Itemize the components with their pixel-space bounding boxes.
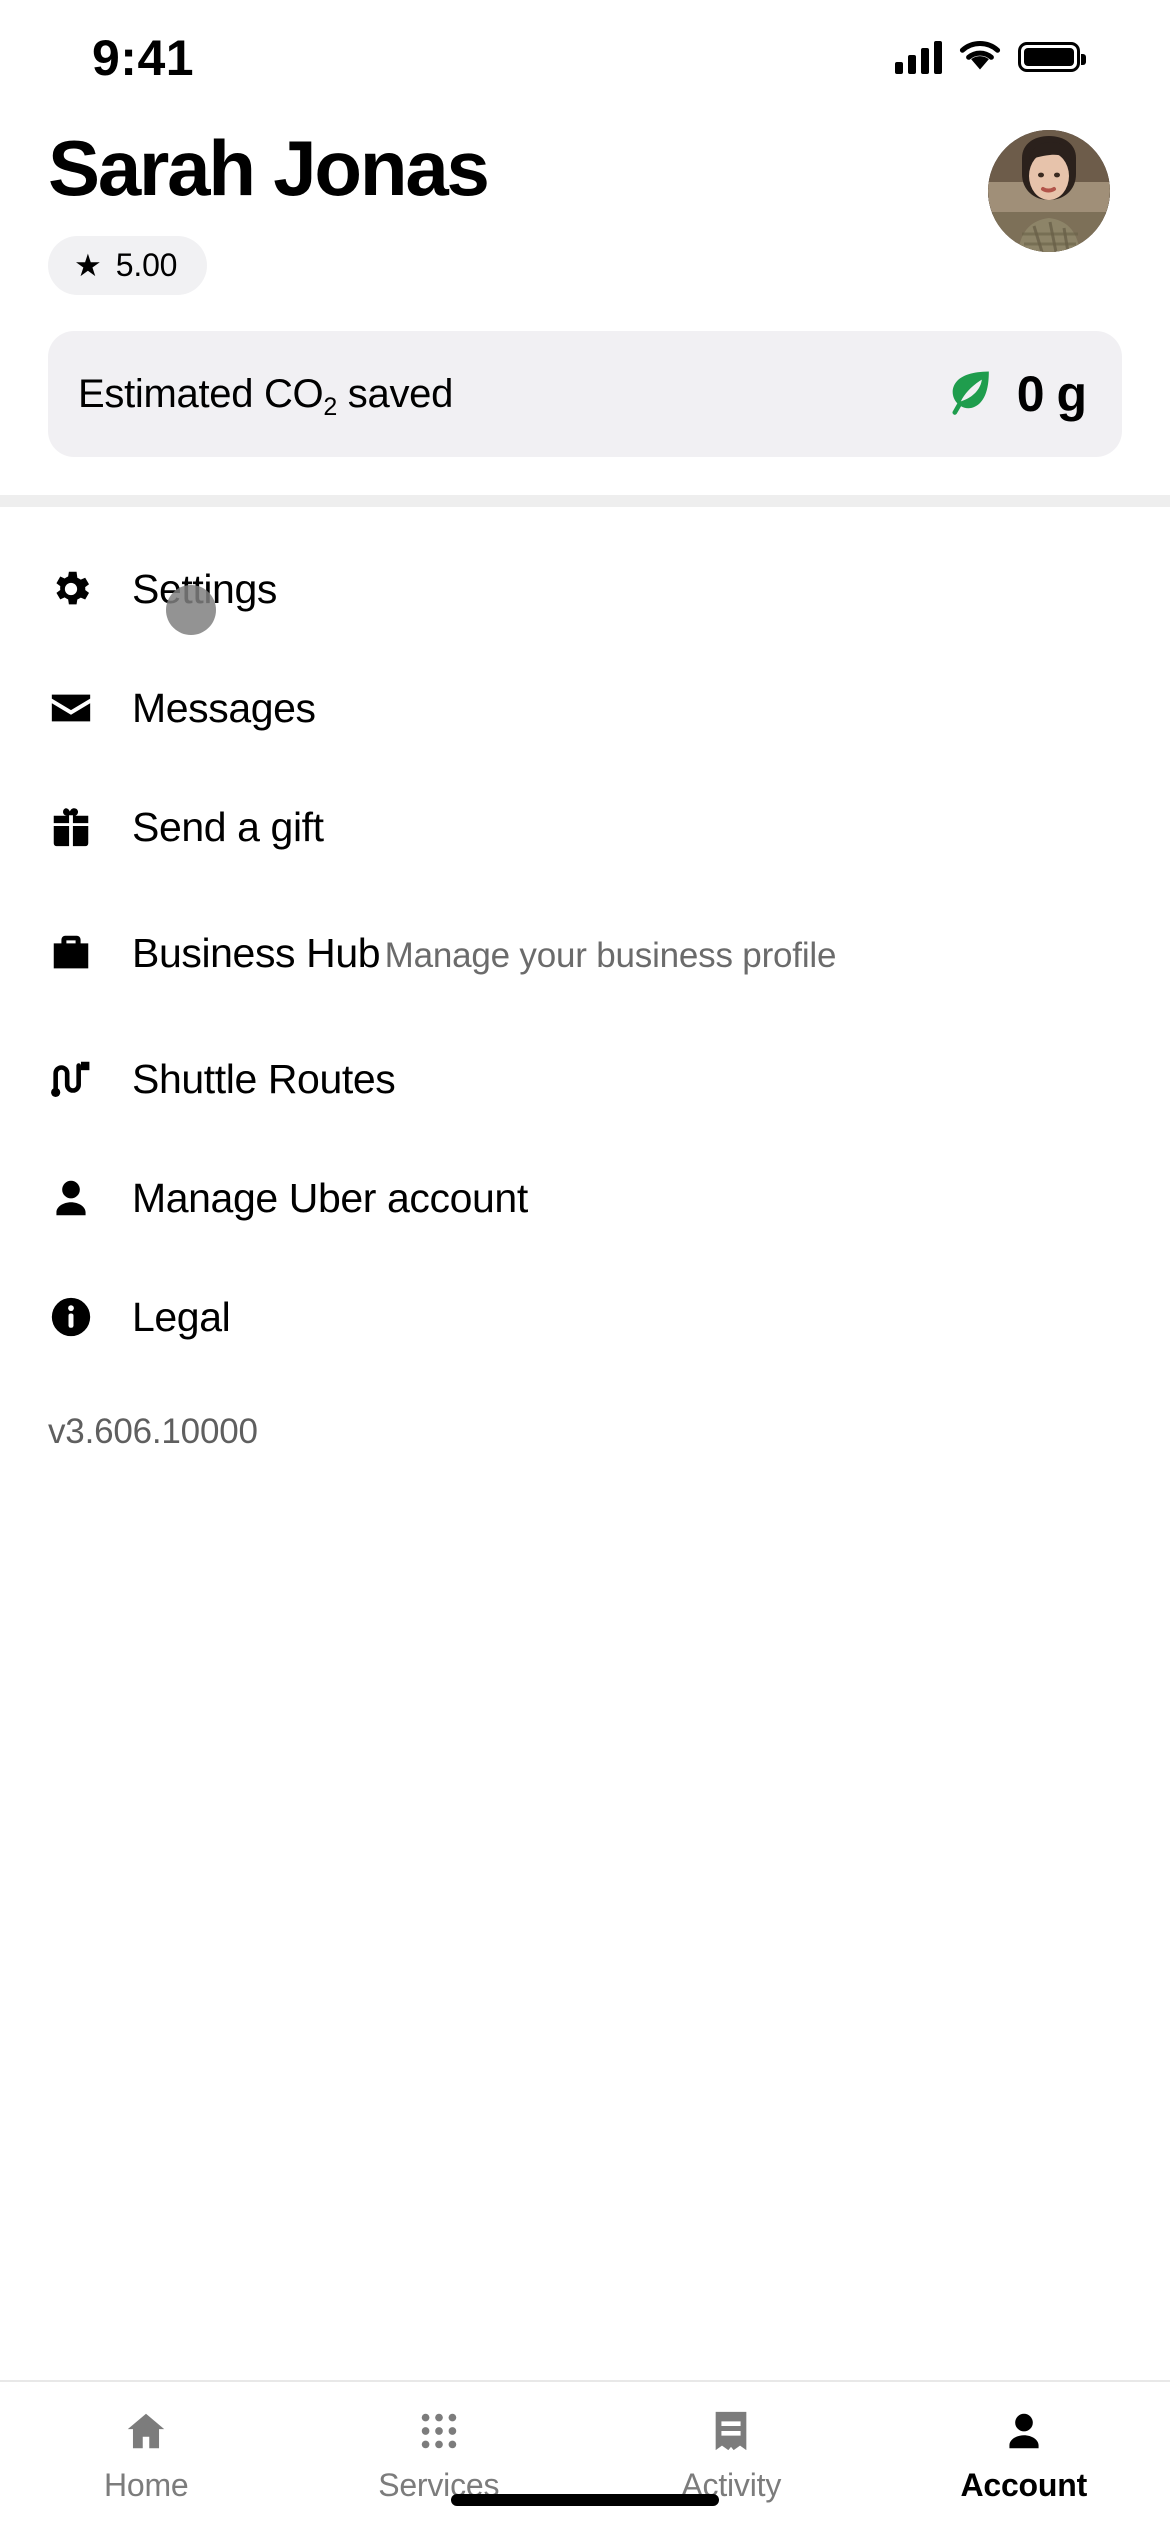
co2-card[interactable]: Estimated CO2 saved 0 g (48, 331, 1122, 458)
co2-label-subscript: 2 (323, 392, 337, 421)
profile-header-left: Sarah Jonas ★ 5.00 (48, 118, 490, 296)
star-icon: ★ (74, 248, 102, 284)
status-bar-icons (895, 38, 1086, 76)
menu-item-text: Manage Uber account (104, 1174, 528, 1222)
section-divider (0, 495, 1170, 508)
menu-item-text: Business Hub Manage your business profil… (104, 929, 836, 977)
menu-item-send-a-gift[interactable]: Send a gift (0, 767, 1170, 886)
status-bar-clock: 9:41 (92, 30, 195, 86)
co2-label-suffix: saved (336, 371, 454, 416)
menu-item-manage-uber-account[interactable]: Manage Uber account (0, 1138, 1170, 1257)
menu-item-messages[interactable]: Messages (0, 648, 1170, 767)
menu-item-text: Legal (104, 1293, 231, 1341)
leaf-icon (941, 364, 997, 425)
rating-badge[interactable]: ★ 5.00 (48, 236, 208, 296)
menu-item-label: Shuttle Routes (132, 1055, 396, 1102)
co2-value-group: 0 g (941, 364, 1087, 425)
menu-item-text: Shuttle Routes (104, 1055, 396, 1103)
tab-services[interactable]: Services (293, 2406, 586, 2504)
wifi-icon (958, 38, 1002, 76)
app-version: v3.606.10000 (48, 1412, 258, 1452)
info-circle-icon (48, 1294, 104, 1340)
tab-activity[interactable]: Activity (585, 2406, 878, 2504)
signal-bars-icon (895, 40, 942, 74)
menu-item-shuttle-routes[interactable]: Shuttle Routes (0, 1019, 1170, 1138)
menu-item-subtitle: Manage your business profile (384, 935, 837, 975)
gear-icon (48, 566, 104, 612)
grid-dots-icon (416, 2406, 462, 2456)
menu-item-text: Send a gift (104, 803, 324, 851)
page-title: Sarah Jonas (48, 124, 490, 212)
menu-item-label: Messages (132, 684, 316, 731)
person-icon (1001, 2406, 1047, 2456)
tab-label: Account (960, 2467, 1088, 2503)
route-icon (48, 1056, 104, 1102)
bottom-tab-bar: Home Services Activity Account (0, 2380, 1170, 2532)
battery-full-icon (1018, 42, 1086, 72)
menu-item-legal[interactable]: Legal (0, 1257, 1170, 1376)
home-icon (123, 2406, 169, 2456)
envelope-icon (48, 685, 104, 731)
tab-account[interactable]: Account (878, 2406, 1170, 2504)
receipt-icon (708, 2406, 754, 2456)
gift-icon (48, 804, 104, 850)
status-bar: 9:41 (0, 0, 1170, 108)
briefcase-icon (48, 930, 104, 976)
user-avatar-photo (988, 130, 1110, 252)
account-menu: Settings Messages Send a gift (0, 507, 1170, 2380)
menu-item-label: Legal (132, 1293, 231, 1340)
home-indicator (451, 2494, 719, 2506)
menu-item-text: Messages (104, 684, 316, 732)
avatar[interactable] (988, 130, 1110, 252)
tab-home[interactable]: Home (0, 2406, 293, 2504)
co2-section: Estimated CO2 saved 0 g (0, 295, 1170, 458)
menu-item-business-hub[interactable]: Business Hub Manage your business profil… (0, 886, 1170, 1019)
menu-item-label: Manage Uber account (132, 1174, 528, 1221)
menu-item-label: Business Hub (132, 929, 381, 976)
menu-item-label: Send a gift (132, 803, 324, 850)
menu-item-settings[interactable]: Settings (0, 529, 1170, 648)
app-screen: 9:41 Sarah Jonas ★ 5.00 Estimated CO2 sa… (0, 0, 1170, 2532)
touch-cursor-indicator (166, 585, 216, 636)
tab-label: Home (103, 2467, 189, 2503)
co2-label: Estimated CO2 saved (78, 371, 454, 421)
co2-label-prefix: Estimated CO (78, 371, 324, 416)
person-icon (48, 1175, 104, 1221)
co2-value: 0 g (1016, 366, 1087, 423)
rating-value: 5.00 (115, 247, 178, 284)
profile-header: Sarah Jonas ★ 5.00 (0, 108, 1170, 296)
